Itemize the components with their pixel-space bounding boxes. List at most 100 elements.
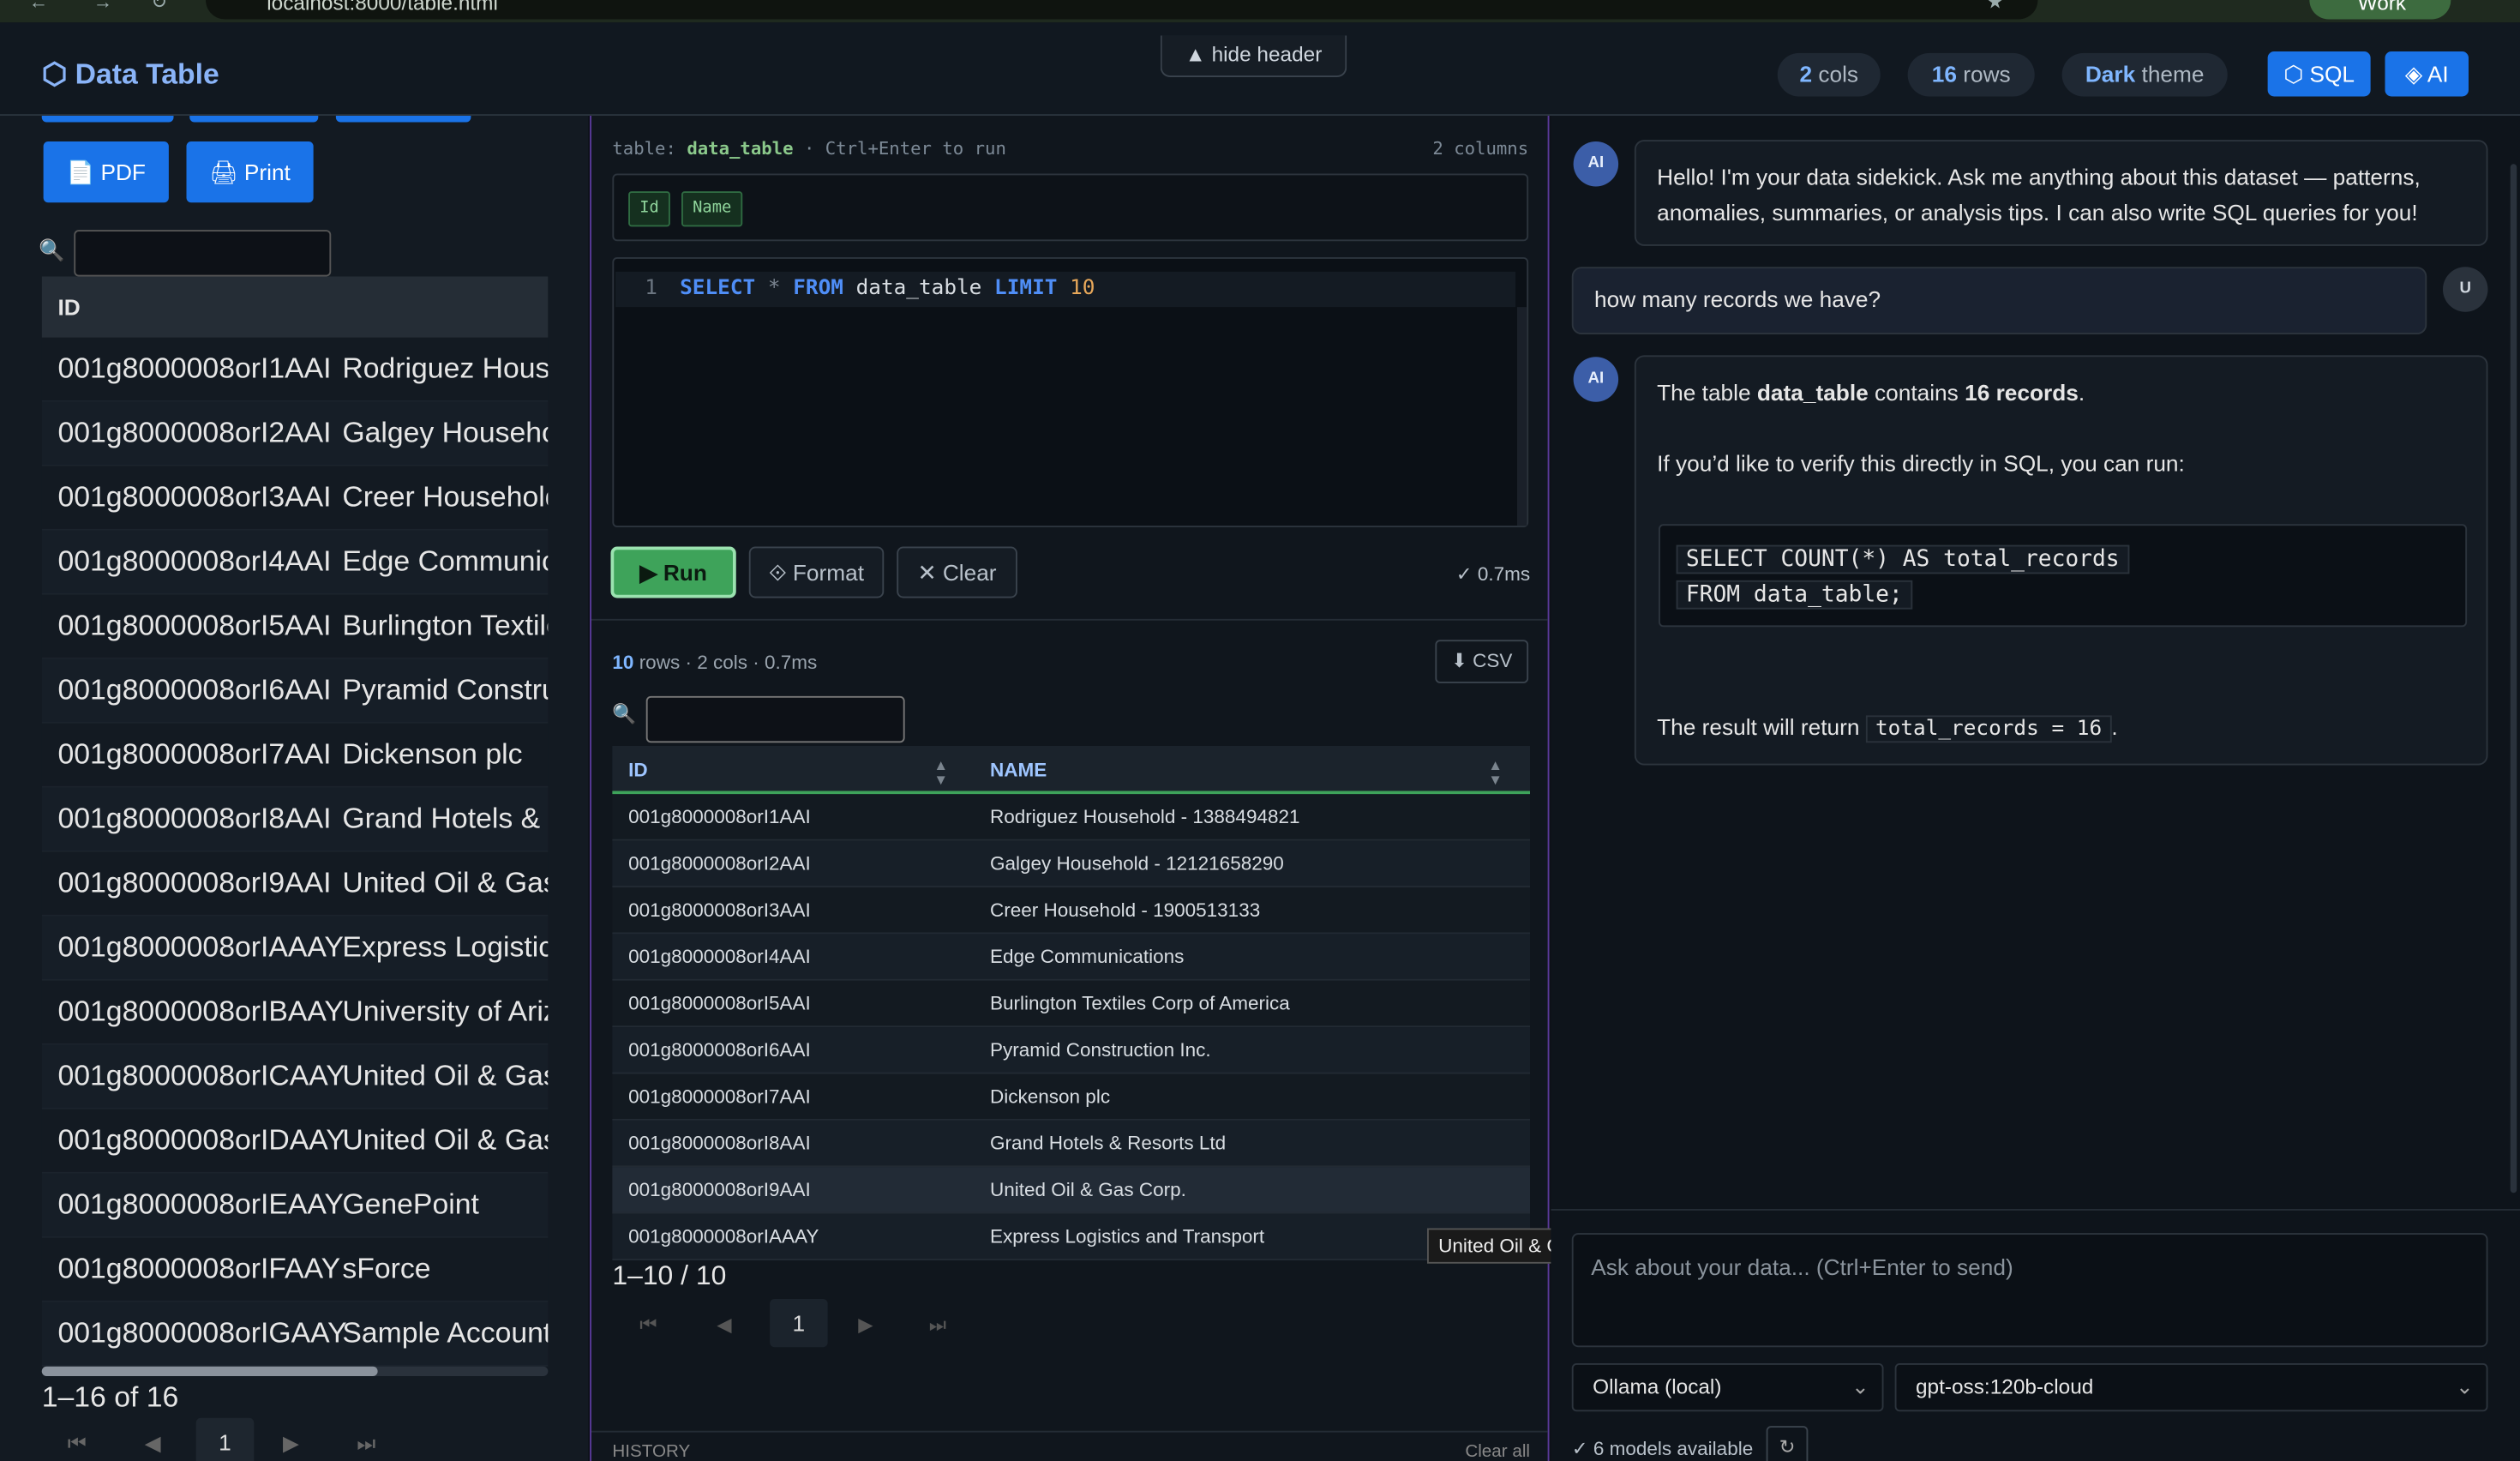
editor-line[interactable]: 1 SELECT * FROM data_table LIMIT 10: [615, 271, 1516, 308]
app-header: ⬡ Data Table ▲ hide header 2 cols 16 row…: [0, 22, 2520, 116]
next-page-icon[interactable]: ▶: [283, 1431, 299, 1457]
format-button[interactable]: ⟐ Format: [748, 546, 885, 598]
csv-export-button[interactable]: ⬇ CSV: [1435, 640, 1529, 683]
provider-select[interactable]: Ollama (local) ⌄: [1571, 1363, 1884, 1412]
column-header-id[interactable]: ID: [628, 759, 648, 781]
table-name: data_table: [687, 138, 794, 159]
sql-panel-button[interactable]: ⬡ SQL: [2267, 51, 2371, 97]
pdf-button[interactable]: 📄 PDF: [43, 141, 169, 203]
table-row[interactable]: 001g8000008orIEAAYGenePoint: [41, 1173, 549, 1238]
refresh-icon[interactable]: ↻: [1766, 1426, 1809, 1461]
cell-name: United Oil & Gas, UK: [342, 1059, 548, 1092]
last-page-icon[interactable]: ⏭: [357, 1431, 375, 1457]
prev-page-icon[interactable]: ◀: [145, 1431, 161, 1457]
model-value: gpt-oss:120b-cloud: [1916, 1374, 2094, 1399]
cell-id: 001g8000008orI2AAI: [57, 416, 332, 449]
hide-header-button[interactable]: ▲ hide header: [1160, 35, 1347, 77]
table-row[interactable]: 001g8000008orICAAYUnited Oil & Gas, UK: [41, 1044, 549, 1109]
ai-message: The table data_table contains 16 records…: [1634, 355, 2488, 766]
ai-message: Hello! I'm your data sidekick. Ask me an…: [1634, 140, 2488, 246]
cell-name: Creer Household - 1900513133: [342, 480, 549, 514]
result-row[interactable]: 001g8000008orI2AAI Galgey Household - 121…: [612, 840, 1530, 887]
cell-name: Sample Account for Entitlements: [342, 1316, 549, 1350]
result-row[interactable]: 001g8000008orI4AAI Edge Communications: [612, 934, 1530, 981]
sort-icon[interactable]: ▲ ▼: [1488, 758, 1503, 788]
result-row[interactable]: 001g8000008orI5AAI Burlington Textiles Co…: [612, 980, 1530, 1028]
cell-id: 001g8000008orI6AAI: [57, 673, 332, 706]
clear-button[interactable]: ✕ Clear: [897, 546, 1017, 598]
cell-id: 001g8000008orI9AAI: [628, 1178, 811, 1201]
table-row[interactable]: 001g8000008orI5AAI Burlington Textiles Co…: [41, 594, 549, 659]
cell-name: Express Logistics and Transport: [342, 930, 548, 964]
editor-scrollbar[interactable]: [1517, 307, 1527, 526]
cell-id: 001g8000008orI2AAI: [628, 851, 811, 875]
back-icon[interactable]: ←: [29, 0, 49, 13]
cell-name: Rodriguez Household - 1388494821: [342, 352, 549, 385]
profile-button[interactable]: Work: [2309, 0, 2451, 20]
reload-icon[interactable]: ↻: [151, 0, 167, 13]
table-row[interactable]: 001g8000008orI3AAI Creer Household - 1900…: [41, 466, 549, 531]
line-number: 1: [645, 276, 657, 301]
result-row[interactable]: 001g8000008orI7AAI Dickenson plc: [612, 1073, 1530, 1121]
column-header-name[interactable]: NAME: [990, 759, 1047, 781]
scrollbar-thumb[interactable]: [41, 1366, 378, 1376]
run-hint: · Ctrl+Enter to run: [803, 138, 1006, 159]
cell-name: University of Arizona: [342, 995, 548, 1028]
model-select[interactable]: gpt-oss:120b-cloud ⌄: [1894, 1363, 2488, 1412]
cell-id: 001g8000008orI5AAI: [57, 609, 332, 642]
column-tag-id[interactable]: Id: [628, 191, 670, 227]
result-text: The result will return total_records = 1…: [1657, 714, 2118, 743]
sql-editor[interactable]: 1 SELECT * FROM data_table LIMIT 10: [612, 257, 1529, 527]
clear-all-button[interactable]: Clear all: [1465, 1442, 1530, 1461]
theme-toggle[interactable]: Dark theme: [2061, 52, 2228, 97]
table-row[interactable]: 001g8000008orIDAAYUnited Oil & Gas, Sing…: [41, 1109, 549, 1174]
run-button[interactable]: ▶ Run: [610, 546, 736, 598]
table-row[interactable]: 001g8000008orI2AAI Galgey Household - 121…: [41, 401, 549, 466]
print-button[interactable]: 🖨 Print: [186, 141, 314, 203]
row-count: 1–16 of 16: [41, 1380, 179, 1414]
table-row[interactable]: 001g8000008orI1AAI Rodriguez Household - …: [41, 337, 549, 402]
bookmark-star-icon[interactable]: ★: [1987, 0, 2004, 13]
result-search-input[interactable]: [645, 695, 905, 743]
table-row[interactable]: 001g8000008orI7AAI Dickenson plc: [41, 723, 549, 788]
prev-page-icon[interactable]: ◀: [717, 1314, 731, 1336]
first-page-icon[interactable]: ⏮: [68, 1431, 87, 1457]
forward-icon[interactable]: →: [93, 0, 113, 13]
address-bar[interactable]: localhost:8000/table.html: [206, 0, 2038, 20]
result-row[interactable]: 001g8000008orI3AAI Creer Household - 1900…: [612, 887, 1530, 935]
first-page-icon[interactable]: ⏮: [639, 1314, 657, 1338]
result-row[interactable]: 001g8000008orI9AAI United Oil & Gas Corp.: [612, 1167, 1530, 1214]
table-row[interactable]: 001g8000008orIFAAY sForce: [41, 1237, 549, 1302]
rows-badge: 16 rows: [1907, 52, 2035, 97]
sort-icon[interactable]: ▲ ▼: [933, 758, 948, 788]
horizontal-scrollbar[interactable]: [41, 1366, 549, 1376]
table-row[interactable]: 001g8000008orI6AAI Pyramid Construction I…: [41, 658, 549, 724]
table-row[interactable]: 001g8000008orIAAAYExpress Logistics and …: [41, 916, 549, 981]
current-page[interactable]: 1: [770, 1299, 828, 1348]
result-row[interactable]: 001g8000008orI6AAI Pyramid Construction I…: [612, 1027, 1530, 1074]
ai-panel-button[interactable]: ◈ AI: [2385, 51, 2469, 97]
history-section: HISTORY Clear all: [591, 1430, 1548, 1461]
column-header-id[interactable]: ID: [41, 276, 549, 338]
result-row[interactable]: 001g8000008orIAAAY Express Logistics and …: [612, 1213, 1530, 1260]
last-page-icon[interactable]: ⏭: [929, 1314, 946, 1338]
table-row[interactable]: 001g8000008orI4AAI Edge Communications: [41, 530, 549, 595]
result-row[interactable]: 001g8000008orI1AAI Rodriguez Household - …: [612, 794, 1530, 841]
answer-count: 16 records: [1965, 379, 2079, 406]
export-button-partial[interactable]: [41, 116, 174, 123]
cell-name: Creer Household - 1900513133: [990, 899, 1261, 922]
table-row[interactable]: 001g8000008orIBAAYUniversity of Arizona: [41, 980, 549, 1045]
table-row[interactable]: 001g8000008orI8AAI Grand Hotels & Resorts…: [41, 787, 549, 852]
result-row[interactable]: 001g8000008orI8AAI Grand Hotels & Resorts…: [612, 1120, 1530, 1168]
table-row[interactable]: 001g8000008orI9AAI United Oil & Gas Corp.: [41, 851, 549, 917]
column-tag-name[interactable]: Name: [681, 191, 743, 227]
next-page-icon[interactable]: ▶: [858, 1314, 873, 1336]
current-page[interactable]: 1: [195, 1417, 255, 1461]
export-button-partial[interactable]: [335, 116, 471, 123]
chat-input[interactable]: Ask about your data... (Ctrl+Enter to se…: [1571, 1233, 2488, 1348]
table-row[interactable]: 001g8000008orIGAAYSample Account for Ent…: [41, 1302, 549, 1367]
chat-scrollbar[interactable]: [2510, 164, 2517, 1193]
export-button-partial[interactable]: [189, 116, 319, 123]
sql-code-block[interactable]: SELECT COUNT(*) AS total_records FROM da…: [1659, 524, 2468, 628]
table-search-input[interactable]: [74, 230, 332, 277]
